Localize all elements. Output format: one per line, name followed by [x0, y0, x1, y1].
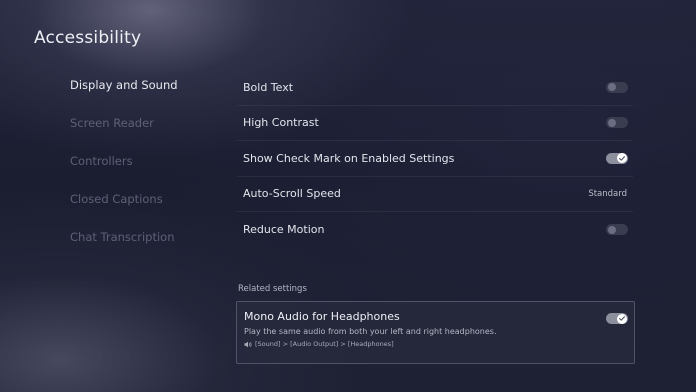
toggle-knob: [617, 313, 627, 324]
high-contrast-toggle[interactable]: [606, 117, 628, 129]
nav-item-screen-reader[interactable]: Screen Reader: [70, 114, 210, 152]
page-title: Accessibility: [34, 28, 142, 48]
toggle-knob: [608, 225, 616, 234]
nav-item-display-and-sound[interactable]: Display and Sound: [70, 76, 210, 114]
related-setting-path: [Sound] > [Audio Output] > [Headphones]: [244, 340, 627, 348]
nav-item-controllers[interactable]: Controllers: [70, 152, 210, 190]
speaker-icon: [244, 341, 253, 348]
toggle-knob: [608, 83, 616, 92]
related-setting-description: Play the same audio from both your left …: [244, 327, 497, 336]
setting-row-show-check-mark[interactable]: Show Check Mark on Enabled Settings: [237, 141, 633, 177]
toggle-knob: [617, 153, 627, 164]
setting-label: Reduce Motion: [243, 223, 325, 237]
sidebar-nav: Display and Sound Screen Reader Controll…: [70, 76, 210, 266]
setting-label: Show Check Mark on Enabled Settings: [243, 151, 455, 165]
setting-label: Bold Text: [243, 80, 294, 94]
setting-label: Auto-Scroll Speed: [243, 187, 341, 201]
bold-text-toggle[interactable]: [606, 81, 628, 93]
reduce-motion-toggle[interactable]: [606, 224, 628, 236]
setting-row-high-contrast[interactable]: High Contrast: [237, 106, 633, 141]
setting-row-bold-text[interactable]: Bold Text: [237, 70, 633, 106]
settings-list: Bold Text High Contrast Show Check Mark …: [237, 70, 633, 248]
related-setting-title: Mono Audio for Headphones: [244, 310, 400, 323]
setting-label: High Contrast: [243, 116, 319, 130]
setting-row-reduce-motion[interactable]: Reduce Motion: [237, 212, 633, 248]
nav-item-closed-captions[interactable]: Closed Captions: [70, 190, 210, 228]
check-icon: [619, 155, 625, 161]
show-check-mark-toggle[interactable]: [606, 152, 628, 164]
nav-item-chat-transcription[interactable]: Chat Transcription: [70, 228, 210, 266]
mono-audio-toggle[interactable]: [606, 313, 628, 324]
related-setting-path-text: [Sound] > [Audio Output] > [Headphones]: [255, 340, 394, 348]
auto-scroll-speed-value: Standard: [588, 188, 627, 199]
setting-row-auto-scroll-speed[interactable]: Auto-Scroll Speed Standard: [237, 177, 633, 212]
toggle-knob: [608, 118, 616, 127]
related-settings-heading: Related settings: [238, 284, 307, 294]
check-icon: [619, 316, 625, 321]
related-setting-mono-audio[interactable]: Mono Audio for Headphones Play the same …: [236, 301, 635, 364]
